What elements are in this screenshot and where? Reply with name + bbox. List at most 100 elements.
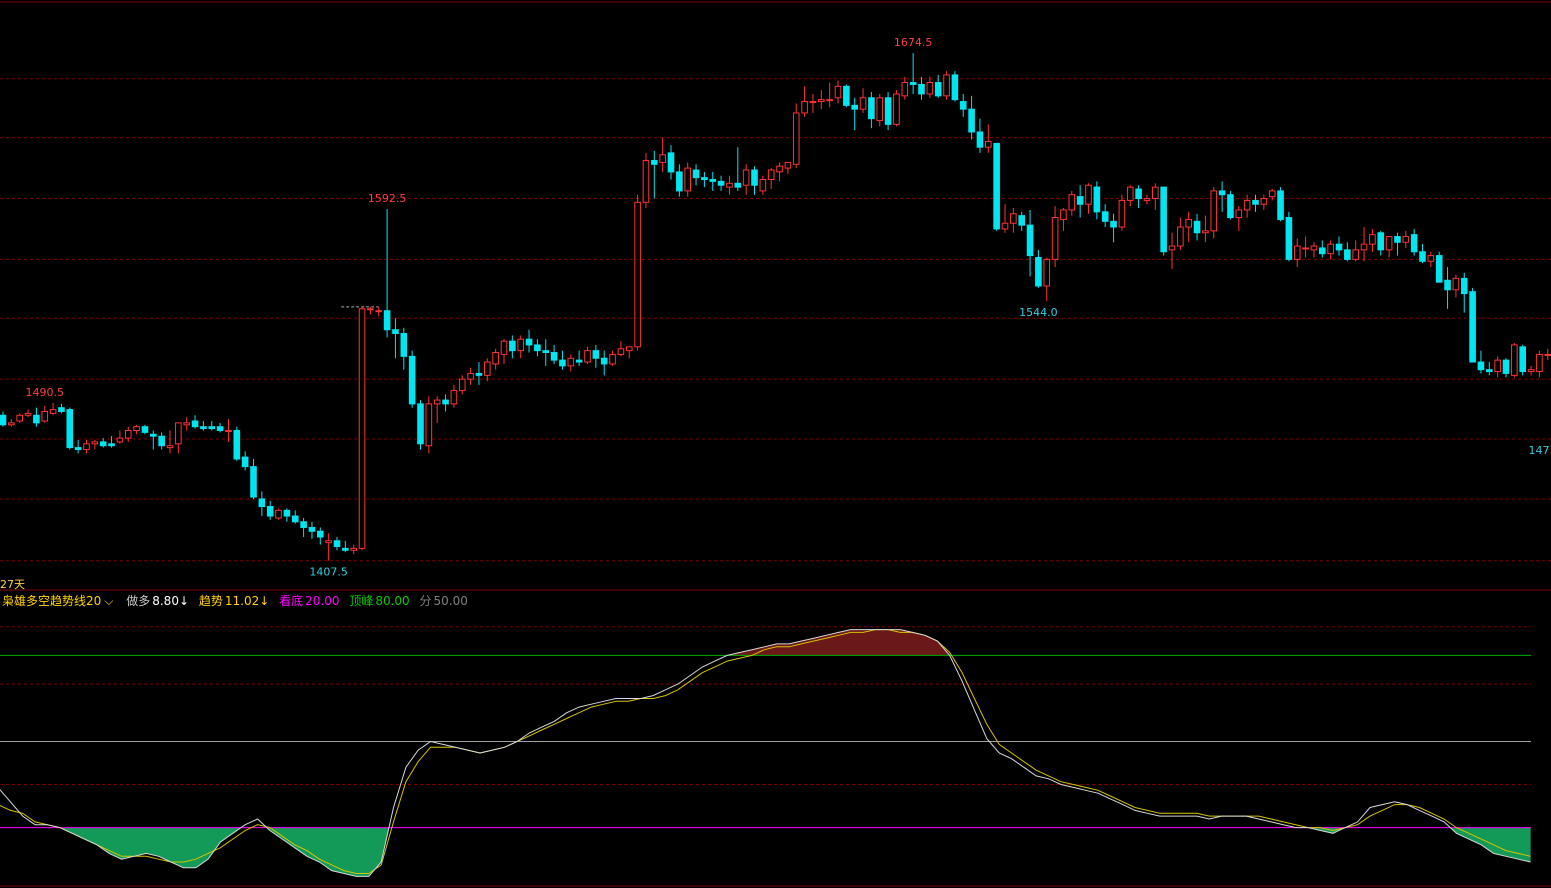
candle-down [0, 414, 7, 426]
candle-up [183, 422, 190, 426]
candle-down [1419, 251, 1426, 262]
candle-up [124, 429, 132, 439]
candle-up [425, 403, 433, 447]
candle-up [642, 159, 650, 203]
candle-up [1327, 243, 1334, 255]
candle-up [1452, 277, 1460, 291]
candle-up [767, 169, 775, 181]
candle-down [1444, 279, 1451, 291]
candle-up [1427, 255, 1435, 262]
candle-down [525, 338, 533, 346]
candle-up [1360, 243, 1368, 251]
candle-up [634, 201, 641, 348]
candle-up [826, 99, 833, 102]
candle-down [1394, 236, 1401, 243]
candle-down [1218, 190, 1226, 196]
candle-up [41, 410, 49, 422]
candle-down [1252, 199, 1259, 205]
candle-up [225, 429, 232, 432]
candle-up [901, 82, 909, 97]
candle-up [350, 547, 357, 551]
candle-up [1536, 353, 1543, 373]
candle-up [726, 182, 733, 188]
candle-up [91, 441, 99, 445]
candle-up [367, 308, 374, 311]
candle-down [709, 179, 717, 182]
legend-value: 11.02 [224, 594, 260, 608]
period-days-label: 27天 [0, 578, 25, 591]
candle-up [584, 350, 591, 363]
candle-down [1135, 188, 1142, 200]
down-arrow-icon: ↓ [259, 594, 270, 608]
candle-up [792, 112, 800, 165]
candle-down [442, 399, 449, 405]
candle-up [1385, 236, 1393, 251]
candle-up [1235, 209, 1243, 219]
candle-up [943, 74, 950, 97]
price-grid [0, 1, 1551, 887]
candle-up [784, 161, 792, 169]
candle-down [676, 171, 683, 192]
candle-up [1085, 184, 1092, 205]
candle-down [408, 355, 416, 405]
candle-up [458, 378, 466, 392]
low-price-label: 1471.5 [1529, 444, 1551, 457]
candle-down [417, 403, 424, 445]
candle-up [484, 361, 491, 376]
candle-up [834, 85, 842, 99]
candle-down [74, 447, 82, 451]
candle-down [1502, 359, 1510, 374]
candle-down [342, 547, 349, 551]
candle-up [1060, 209, 1067, 220]
low-price-label: 1407.5 [309, 566, 348, 579]
candle-down [509, 340, 516, 352]
oversold-fill [59, 827, 242, 868]
candle-up [985, 140, 992, 148]
candle-down [918, 83, 925, 95]
candle-up [433, 399, 441, 405]
candle-up [742, 169, 750, 186]
candle-down [300, 521, 307, 528]
candle-up [859, 97, 867, 110]
candle-down [383, 310, 391, 331]
candle-down [542, 350, 550, 354]
candle-up [776, 165, 783, 173]
candle-up [818, 99, 825, 103]
legend-item-mid: 分 50.00 [420, 594, 471, 608]
candle-up [1268, 190, 1276, 198]
candle-up [492, 352, 499, 365]
candle-up [1010, 213, 1017, 224]
legend-label: 分 [419, 594, 432, 608]
candle-up [517, 338, 525, 352]
candle-down [1335, 243, 1343, 251]
candle-down [1110, 220, 1117, 228]
candle-down [575, 359, 583, 363]
candle-up [1352, 249, 1360, 260]
candle-up [175, 422, 182, 445]
candle-down [317, 530, 324, 538]
legend-label: 趋势 [198, 594, 223, 608]
legend-item-bottom: 看底 20.00 [279, 594, 346, 608]
candle-up [1143, 198, 1151, 201]
candle-up [1043, 258, 1051, 287]
candle-down [1285, 217, 1293, 260]
legend-value: 50.00 [433, 594, 468, 608]
chevron-down-icon[interactable]: ⌵ [104, 594, 113, 608]
candle-down [1410, 234, 1418, 253]
candle-up [275, 509, 282, 519]
candle-up [659, 154, 666, 163]
candle-up [1302, 247, 1309, 250]
candle-down [868, 97, 875, 120]
candle-down [701, 177, 708, 181]
indicator-name[interactable]: 枭雄多空趋势线20 [2, 594, 101, 608]
candle-down [191, 420, 199, 428]
candle-down [651, 159, 658, 165]
candle-up [450, 390, 458, 405]
candle-up [567, 357, 575, 367]
legend-label: 顶峰 [349, 594, 374, 608]
candle-up [609, 353, 616, 365]
candle-up [133, 426, 140, 431]
candle-up [500, 340, 508, 355]
indicator-legend: 枭雄多空趋势线20 ⌵ 做多 8.80↓ 趋势 11.02↓ 看底 20.00 顶峰 80… [2, 592, 474, 609]
candle-down [976, 131, 984, 148]
